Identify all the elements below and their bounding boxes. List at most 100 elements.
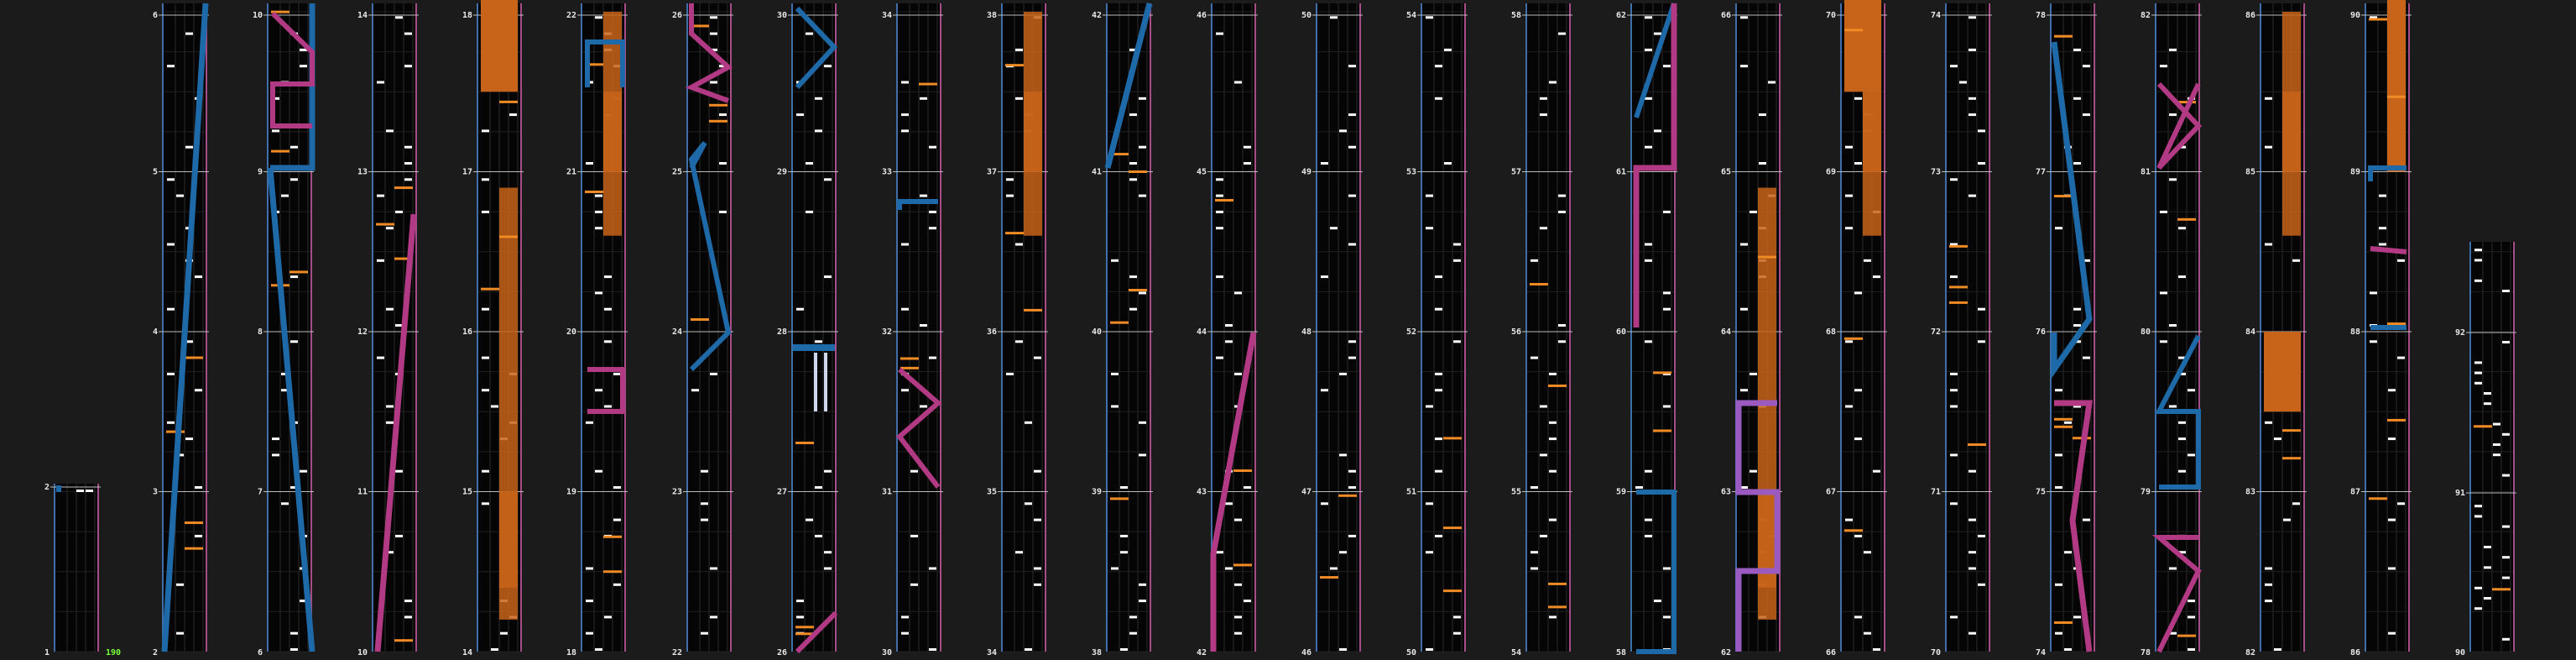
bt-chip (1978, 129, 1985, 133)
bt-chip (929, 567, 936, 570)
bt-chip (1025, 502, 1032, 505)
bt-chip (1111, 259, 1119, 262)
fx-chip (2054, 417, 2073, 421)
bt-chip (1120, 534, 1128, 537)
bt-chip (1129, 162, 1137, 165)
bt-chip (1435, 65, 1442, 68)
bt-chip (1950, 389, 1958, 392)
bt-chip (1034, 356, 1041, 359)
bt-chip (901, 631, 909, 635)
bt-chip (710, 32, 717, 35)
fx-chip (919, 82, 937, 86)
bt-chip (1006, 372, 1014, 375)
bt-chip (1234, 291, 1242, 295)
bt-chip (2292, 502, 2300, 505)
bt-chip (1321, 389, 1328, 392)
bt-chip (1111, 567, 1119, 570)
fx-chip (1844, 529, 1863, 532)
bt-chip (1530, 259, 1538, 262)
measure-number: 3 (153, 488, 158, 497)
measure-number: 40 (1092, 327, 1102, 337)
bt-chip (395, 210, 403, 213)
measure-number: 6 (258, 648, 263, 657)
measure-number: 10 (357, 648, 368, 657)
bt-chip (691, 389, 699, 392)
fx-hold (603, 12, 622, 172)
bt-chip (1330, 567, 1338, 570)
bt-chip (1530, 356, 1538, 359)
bt-chip (1749, 372, 1757, 375)
fx-chip (1968, 443, 1986, 447)
chart-column: 50 51 52 53 54 (1406, 3, 1468, 657)
bt-chip (586, 162, 593, 165)
bt-chip (710, 372, 717, 375)
bt-chip (1530, 551, 1538, 554)
measure-number: 5 (153, 168, 158, 177)
bt-chip (482, 129, 489, 133)
fx-chip (900, 357, 919, 360)
bt-chip (195, 389, 202, 392)
right-laser (2370, 246, 2407, 254)
fx-chip (603, 570, 622, 574)
bt-chip (1216, 551, 1223, 554)
measure-number: 76 (2036, 327, 2046, 337)
bt-chip (613, 518, 621, 521)
bt-chip (395, 16, 403, 19)
measure-number: 80 (2141, 327, 2151, 337)
bt-chip (167, 421, 175, 424)
fx-hold (499, 187, 518, 332)
chart-column: 26 27 28 29 30 (777, 3, 838, 657)
bt-chip (1034, 469, 1041, 473)
bt-chip (719, 113, 727, 117)
bt-chip (2484, 597, 2491, 600)
bt-chip (1663, 615, 1671, 619)
fx-chip (166, 430, 185, 433)
bt-chip (2502, 474, 2510, 477)
measure-number: 18 (462, 11, 472, 20)
bt-chip (586, 600, 593, 603)
bt-chip (2274, 437, 2281, 441)
fx-chip (2387, 322, 2406, 326)
fx-chip (1653, 371, 1671, 375)
bt-chip (1435, 437, 1442, 441)
bt-chip (2055, 227, 2062, 230)
bt-chip (1645, 534, 1652, 537)
bt-chip (1864, 551, 1871, 554)
bt-chip (404, 162, 412, 165)
fx-chip (2054, 34, 2073, 38)
bt-chip (404, 65, 412, 68)
fx-chip (481, 287, 499, 291)
measure-number: 38 (1092, 648, 1102, 657)
bt-chip (901, 389, 909, 392)
bt-chip (595, 16, 602, 19)
bt-chip (901, 113, 909, 117)
bt-chip (2055, 631, 2062, 635)
bt-chip (1015, 243, 1023, 246)
fx-chip (2282, 429, 2301, 432)
measure-number: 54 (1406, 11, 1416, 20)
bt-chip (2073, 615, 2081, 619)
bt-chip (1216, 275, 1223, 279)
bt-chip (1444, 162, 1452, 165)
measure-number: 78 (2036, 11, 2046, 20)
bt-chip (2397, 356, 2405, 359)
measure-number: 69 (1826, 168, 1836, 177)
bt-chip (1740, 16, 1748, 19)
bt-chip (2484, 392, 2491, 395)
bt-chip (1969, 194, 1976, 197)
bt-chip (2265, 97, 2272, 100)
bt-chip (1426, 194, 1433, 197)
bt-chip (1950, 65, 1958, 68)
bt-chip (710, 81, 717, 84)
measure-number: 43 (1197, 488, 1207, 497)
bt-chip (2474, 249, 2482, 252)
measure-number: 21 (566, 168, 576, 177)
measure-number: 27 (777, 488, 787, 497)
fx-chip (394, 639, 413, 642)
fx-chip (271, 149, 289, 153)
bt-chip (1348, 356, 1356, 359)
fx-chip (2054, 425, 2073, 428)
measure-number: 24 (672, 327, 682, 337)
bt-chip (1426, 551, 1433, 554)
bt-chip (1034, 518, 1041, 521)
